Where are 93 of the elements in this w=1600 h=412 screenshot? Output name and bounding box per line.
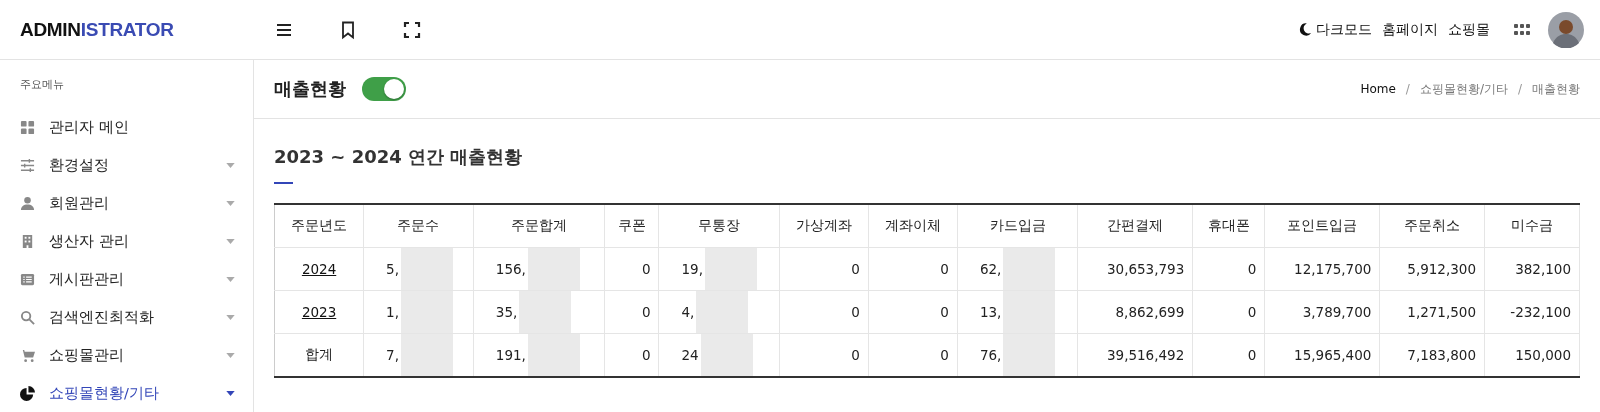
column-header: 주문취소 [1379,204,1485,248]
table-cell: 0 [851,347,860,363]
logo: ADMINISTRATOR [20,18,174,41]
column-header: 포인트입금 [1264,204,1380,248]
table-cell: 0 [851,261,860,277]
table-cell: 39,516,492 [1106,347,1185,363]
table-cell: 76, [979,347,1002,363]
sidebar-label: 관리자 메인 [49,117,129,137]
table-cell: 35, [495,304,518,320]
column-header: 무통장 [659,204,780,248]
sidebar-label: 환경설정 [49,155,109,175]
table-cell: 150,000 [1515,347,1571,363]
sidebar-label: 쇼핑몰관리 [49,345,124,365]
sidebar-item[interactable]: 관리자 메인 [0,108,253,146]
grid-icon [20,119,35,135]
table-cell: 0 [940,304,949,320]
breadcrumb-link[interactable]: Home [1360,82,1396,96]
table-cell: 0 [940,347,949,363]
column-header: 계좌이체 [868,204,958,248]
table-cell: 0 [1247,261,1257,277]
table-cell: 12,175,700 [1294,261,1372,277]
table-cell: 191, [495,347,526,363]
breadcrumb-link[interactable]: 쇼핑몰현황/기타 [1419,80,1508,98]
pie-chart-icon [20,385,35,401]
table-cell: 0 [1247,347,1257,363]
table-cell: 7,183,800 [1407,347,1476,363]
table-cell: 0 [940,261,949,277]
column-header: 쿠폰 [604,204,659,248]
dark-mode-link[interactable]: 다크모드 [1316,20,1372,39]
table-cell: 4, [681,304,695,320]
sidebar-item[interactable]: 게시판관리 [0,260,253,298]
toggle-switch[interactable] [362,77,406,101]
column-header: 카드입금 [957,204,1078,248]
sidebar-item[interactable]: 검색엔진최적화 [0,298,253,336]
section-title: 2023 ~ 2024 연간 매출현황 [274,145,524,169]
column-header: 미수금 [1484,204,1580,248]
sidebar-item[interactable]: 회원관리 [0,184,253,222]
list-icon [20,271,35,287]
table-cell: 19, [681,261,703,277]
total-label: 합계 [305,346,334,362]
column-header: 주문합계 [473,204,605,248]
table-cell: 0 [641,347,651,363]
sidebar-item[interactable]: 쇼핑몰현황/기타 [0,374,253,412]
sidebar-item[interactable]: 생산자 관리 [0,222,253,260]
breadcrumb-current: 매출현황 [1532,80,1580,98]
table-cell: 0 [641,304,651,320]
table-cell: 5, [386,261,399,277]
table-cell: 62, [979,261,1002,277]
sliders-icon [20,157,35,173]
apps-grid-icon[interactable] [1514,23,1530,36]
year-link[interactable]: 2023 [301,304,337,320]
year-link[interactable]: 2024 [301,261,337,277]
avatar[interactable] [1548,11,1584,48]
table-cell: 0 [851,304,860,320]
cart-icon [20,347,35,363]
column-header: 휴대폰 [1192,204,1265,248]
header-link[interactable]: 홈페이지 [1382,20,1438,39]
column-header: 간편결제 [1077,204,1193,248]
moon-icon[interactable] [1298,22,1312,37]
table-cell: 5,912,300 [1407,261,1476,277]
table-cell: 382,100 [1515,261,1571,277]
table-cell: 0 [1247,304,1257,320]
table-cell: 0 [641,261,651,277]
breadcrumb-separator: / [1405,82,1410,96]
table-cell: 13, [979,304,1002,320]
header-link[interactable]: 쇼핑몰 [1448,20,1490,39]
column-header: 주문년도 [274,204,364,248]
sidebar-label: 생산자 관리 [49,231,129,251]
person-icon [20,195,35,211]
sidebar-heading: 주요메뉴 [19,77,65,93]
table-cell: 1, [386,304,399,320]
breadcrumb-separator: / [1517,82,1522,96]
table-cell: 3,789,700 [1302,304,1372,320]
table-cell: 7, [386,347,399,363]
fullscreen-icon[interactable] [402,19,422,40]
sidebar-label: 회원관리 [49,193,109,213]
sidebar-label: 쇼핑몰현황/기타 [49,383,159,403]
table-cell: 156, [495,261,526,277]
building-icon [20,233,35,249]
table-cell: 15,965,400 [1294,347,1372,363]
column-header: 가상계좌 [779,204,869,248]
table-cell: 8,862,699 [1115,304,1185,320]
search-icon [20,309,35,325]
sidebar-label: 검색엔진최적화 [49,307,154,327]
sidebar-item[interactable]: 환경설정 [0,146,253,184]
table-cell: 1,271,500 [1407,304,1476,320]
table-cell: 24 [681,347,699,363]
table-cell: -232,100 [1510,304,1571,320]
column-header: 주문수 [363,204,474,248]
page-title: 매출현황 [274,77,346,101]
sidebar-label: 게시판관리 [49,269,124,289]
table-cell: 30,653,793 [1106,261,1185,277]
sidebar-item[interactable]: 쇼핑몰관리 [0,336,253,374]
